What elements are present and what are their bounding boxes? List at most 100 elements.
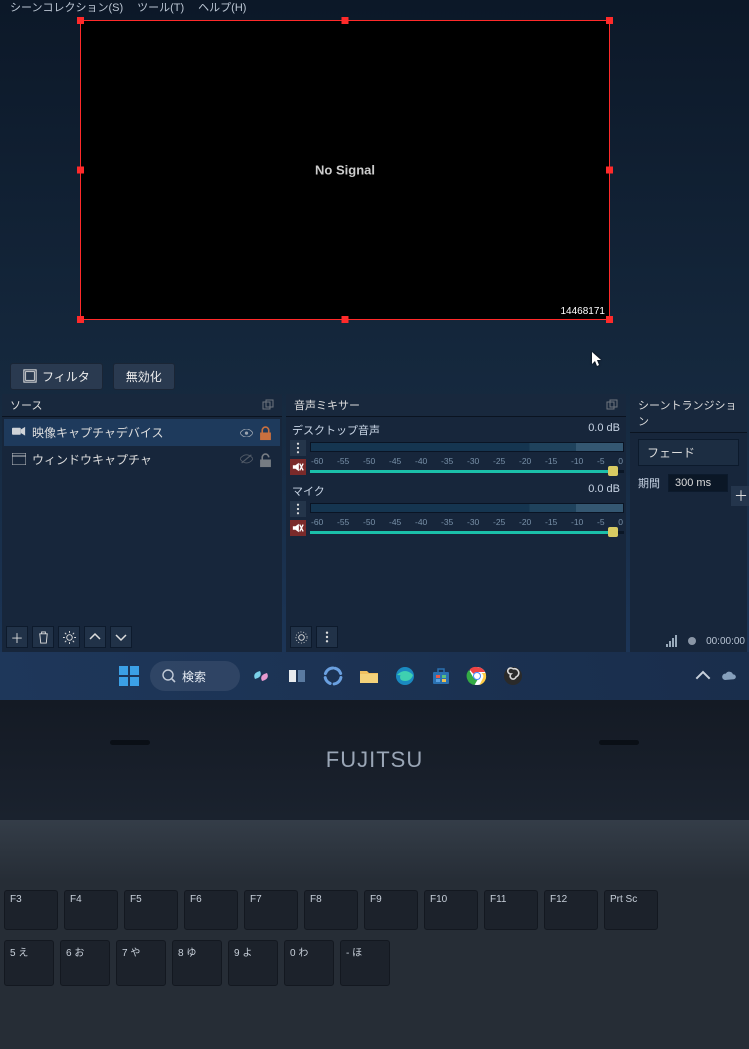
channel-menu-button[interactable] — [290, 440, 306, 456]
keyboard-key: 5 え — [4, 940, 54, 986]
visibility-toggle-icon[interactable] — [240, 426, 253, 439]
resize-handle-tl[interactable] — [77, 17, 84, 24]
chrome-icon[interactable] — [462, 661, 492, 691]
filter-icon — [23, 369, 37, 383]
keyboard-key: F6 — [184, 890, 238, 930]
mixer-menu-button[interactable] — [316, 626, 338, 648]
add-transition-button[interactable]: ＋ — [731, 486, 749, 506]
windows-taskbar: 検索 — [0, 652, 749, 700]
menubar: シーンコレクション(S) ツール(T) ヘルプ(H) — [0, 0, 749, 14]
visibility-off-icon[interactable] — [240, 453, 253, 466]
mixer-title: 音声ミキサー — [294, 397, 360, 413]
store-icon[interactable] — [426, 661, 456, 691]
mixer-channel: デスクトップ音声 0.0 dB -60-55-50-45-40-35-30-25… — [288, 422, 624, 475]
signal-icon — [666, 635, 680, 647]
mute-button[interactable] — [290, 459, 306, 475]
keyboard-key: F12 — [544, 890, 598, 930]
system-tray[interactable] — [695, 668, 737, 684]
menu-help[interactable]: ヘルプ(H) — [198, 0, 246, 15]
mute-button[interactable] — [290, 520, 306, 536]
start-button[interactable] — [114, 661, 144, 691]
source-item-video-capture[interactable]: 映像キャプチャデバイス — [4, 419, 280, 446]
keyboard-key: 0 わ — [284, 940, 334, 986]
app-window: シーンコレクション(S) ツール(T) ヘルプ(H) No Signal 144… — [0, 0, 749, 700]
resize-handle-ml[interactable] — [77, 167, 84, 174]
popout-icon[interactable] — [606, 399, 618, 411]
keyboard-key: F7 — [244, 890, 298, 930]
camera-icon — [12, 426, 26, 440]
live-indicator-icon — [688, 637, 696, 645]
window-icon — [12, 453, 26, 467]
menu-scene-collection[interactable]: シーンコレクション(S) — [10, 0, 123, 15]
lock-icon[interactable] — [259, 426, 272, 439]
task-view-icon[interactable] — [282, 661, 312, 691]
unlock-icon[interactable] — [259, 453, 272, 466]
sources-panel: ソース 映像キャプチャデバイス — [2, 394, 282, 652]
resize-handle-tm[interactable] — [342, 17, 349, 24]
filters-button[interactable]: フィルタ — [10, 363, 103, 390]
db-ticks: -60-55-50-45-40-35-30-25-20-15-10-50 — [310, 517, 624, 527]
duration-input[interactable] — [668, 474, 728, 492]
channel-name: デスクトップ音声 — [292, 422, 380, 438]
filters-label: フィルタ — [42, 368, 90, 385]
keyboard-key: F4 — [64, 890, 118, 930]
keyboard-key: Prt Sc — [604, 890, 658, 930]
mixer-settings-button[interactable] — [290, 626, 312, 648]
channel-db: 0.0 dB — [588, 422, 620, 438]
popout-icon[interactable] — [262, 399, 274, 411]
transitions-panel: シーントランジション フェード 期間 — [630, 394, 747, 652]
file-explorer-icon[interactable] — [354, 661, 384, 691]
keyboard-key: F3 — [4, 890, 58, 930]
no-signal-label: No Signal — [315, 163, 375, 178]
source-item-window-capture[interactable]: ウィンドウキャプチャ — [4, 446, 280, 473]
resolution-label: 14468171 — [561, 306, 606, 317]
resize-handle-tr[interactable] — [606, 17, 613, 24]
transition-select[interactable]: フェード — [638, 439, 739, 466]
add-source-button[interactable]: ＋ — [6, 626, 28, 648]
source-properties-button[interactable] — [58, 626, 80, 648]
keyboard-key: F5 — [124, 890, 178, 930]
preview-source-bounds[interactable]: No Signal 14468171 — [80, 20, 610, 320]
resize-handle-bm[interactable] — [342, 316, 349, 323]
keyboard-key: 8 ゆ — [172, 940, 222, 986]
m365-copilot-icon[interactable] — [318, 661, 348, 691]
sources-title: ソース — [10, 397, 42, 413]
onedrive-icon[interactable] — [721, 668, 737, 684]
volume-slider[interactable] — [310, 470, 624, 473]
channel-menu-button[interactable] — [290, 501, 306, 517]
search-icon — [162, 669, 176, 683]
sources-list: 映像キャプチャデバイス ウィンドウキャプチャ — [2, 417, 282, 622]
taskbar-search[interactable]: 検索 — [150, 661, 240, 691]
menu-tools[interactable]: ツール(T) — [137, 0, 184, 15]
transitions-title: シーントランジション — [638, 397, 739, 429]
mixer-channel: マイク 0.0 dB -60-55-50-45-40-35-30-25-20-1… — [288, 483, 624, 536]
keyboard-key: F8 — [304, 890, 358, 930]
chevron-up-icon[interactable] — [695, 668, 711, 684]
resize-handle-mr[interactable] — [606, 167, 613, 174]
status-bar: 00:00:00 — [666, 630, 745, 652]
volume-slider[interactable] — [310, 531, 624, 534]
speaker-grille — [599, 740, 639, 745]
edge-icon[interactable] — [390, 661, 420, 691]
keyboard-key: 6 お — [60, 940, 110, 986]
stream-timer: 00:00:00 — [706, 636, 745, 647]
disable-button[interactable]: 無効化 — [113, 363, 175, 390]
source-label: ウィンドウキャプチャ — [32, 451, 152, 468]
mixer-toolbar — [286, 622, 626, 652]
move-down-button[interactable] — [110, 626, 132, 648]
keyboard-key: 9 よ — [228, 940, 278, 986]
copilot-icon[interactable] — [246, 661, 276, 691]
search-placeholder: 検索 — [182, 668, 206, 685]
keyboard-key: F11 — [484, 890, 538, 930]
resize-handle-bl[interactable] — [77, 316, 84, 323]
level-meter — [310, 503, 624, 513]
move-up-button[interactable] — [84, 626, 106, 648]
keyboard-row-num: 5 え6 お7 や8 ゆ9 よ0 わ- ほ — [0, 930, 749, 1049]
keyboard-key: F10 — [424, 890, 478, 930]
laptop-hinge — [0, 820, 749, 880]
remove-source-button[interactable] — [32, 626, 54, 648]
obs-icon[interactable] — [498, 661, 528, 691]
resize-handle-br[interactable] — [606, 316, 613, 323]
duration-label: 期間 — [638, 475, 660, 491]
source-label: 映像キャプチャデバイス — [32, 424, 164, 441]
